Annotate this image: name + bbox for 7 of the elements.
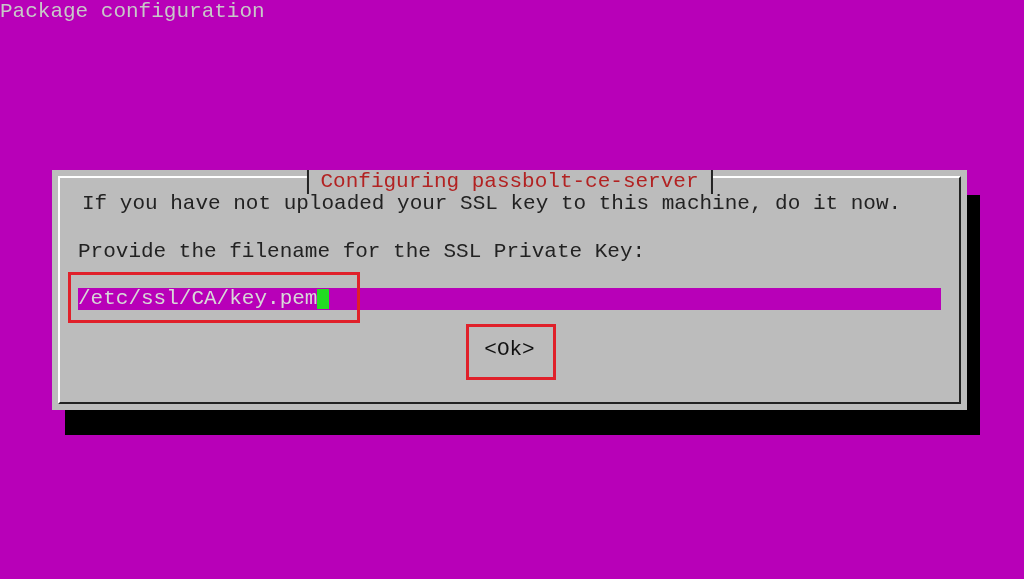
text-cursor-icon (317, 289, 330, 309)
dialog-title: Configuring passbolt-ce-server (306, 170, 713, 194)
input-field[interactable]: /etc/ssl/CA/key.pem (78, 288, 941, 310)
prompt-text: Provide the filename for the SSL Private Key: (78, 240, 646, 264)
screen-title: Package configuration (0, 0, 265, 24)
message-text: If you have not uploaded your SSL key to this machine, do it now. (82, 192, 902, 216)
ok-button[interactable]: <Ok> (484, 338, 535, 362)
